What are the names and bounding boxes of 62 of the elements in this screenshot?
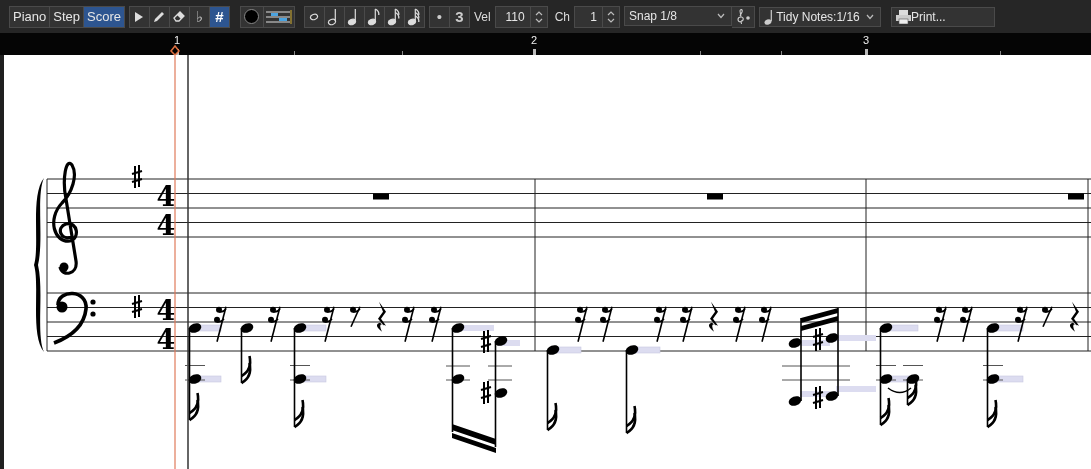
note[interactable] — [184, 323, 222, 422]
rest[interactable] — [402, 305, 415, 343]
treble-clef-icon — [735, 8, 751, 25]
key-signature-sharp — [131, 294, 143, 319]
rest[interactable] — [376, 301, 386, 332]
bar-number: 3 — [862, 34, 870, 46]
rest[interactable] — [1069, 301, 1079, 332]
chevron-icon — [717, 12, 725, 19]
snap-dropdown[interactable]: Snap 1/8 — [624, 5, 732, 26]
quarter-note-icon — [764, 8, 774, 25]
key-signature-sharp — [131, 164, 143, 189]
rest[interactable] — [960, 305, 973, 343]
bar-number: 2 — [530, 34, 538, 46]
rest[interactable] — [1042, 305, 1053, 328]
pencil-icon — [153, 10, 166, 23]
note[interactable] — [902, 365, 924, 407]
rest[interactable] — [759, 305, 772, 343]
thirty-second-note-icon — [407, 7, 422, 26]
mode-tab[interactable]: Step — [49, 6, 83, 27]
printer-icon — [896, 9, 911, 24]
rest[interactable] — [350, 305, 361, 328]
velocity-label: Vel — [473, 9, 491, 24]
rest[interactable] — [214, 305, 227, 343]
channel-field[interactable]: 1 — [574, 5, 620, 28]
pointer-icon — [135, 11, 144, 22]
rest[interactable] — [268, 305, 281, 343]
chevron-icon — [866, 13, 874, 20]
clef-button[interactable] — [732, 5, 755, 28]
rest[interactable] — [429, 305, 442, 343]
channel-label: Ch — [554, 9, 570, 24]
rest[interactable] — [708, 301, 718, 332]
rest[interactable] — [654, 305, 667, 343]
tidy-notes-dropdown[interactable]: Tidy Notes:1/16 — [759, 6, 881, 27]
rest[interactable] — [1015, 305, 1028, 343]
staff-button[interactable] — [262, 6, 294, 27]
rest[interactable] — [733, 305, 746, 343]
sharp-tool-button[interactable]: # — [208, 6, 229, 27]
note[interactable] — [546, 345, 582, 432]
rest[interactable] — [322, 305, 335, 343]
rest[interactable] — [600, 305, 613, 343]
velocity-field[interactable]: 110 — [494, 5, 548, 28]
note[interactable] — [289, 323, 327, 429]
rest[interactable] — [575, 305, 588, 343]
eighth-note-icon — [367, 7, 382, 26]
circle-icon — [244, 9, 260, 24]
note[interactable] — [875, 323, 919, 427]
eraser-icon — [173, 11, 186, 22]
note[interactable] — [445, 323, 520, 453]
whole-note-icon — [309, 12, 320, 21]
note[interactable] — [982, 323, 1024, 429]
sixteenth-note-icon — [387, 7, 402, 26]
note[interactable] — [625, 345, 661, 435]
mode-tab[interactable]: Score — [83, 6, 124, 27]
rest[interactable] — [934, 305, 947, 343]
bar-number: 1 — [173, 34, 181, 46]
rest[interactable] — [680, 305, 693, 343]
print-button[interactable]: Print... — [891, 6, 995, 27]
staff-lines-icon — [265, 9, 292, 24]
note[interactable] — [240, 323, 254, 385]
bass-clef — [53, 291, 96, 345]
note[interactable] — [781, 307, 876, 410]
tie — [887, 387, 912, 394]
